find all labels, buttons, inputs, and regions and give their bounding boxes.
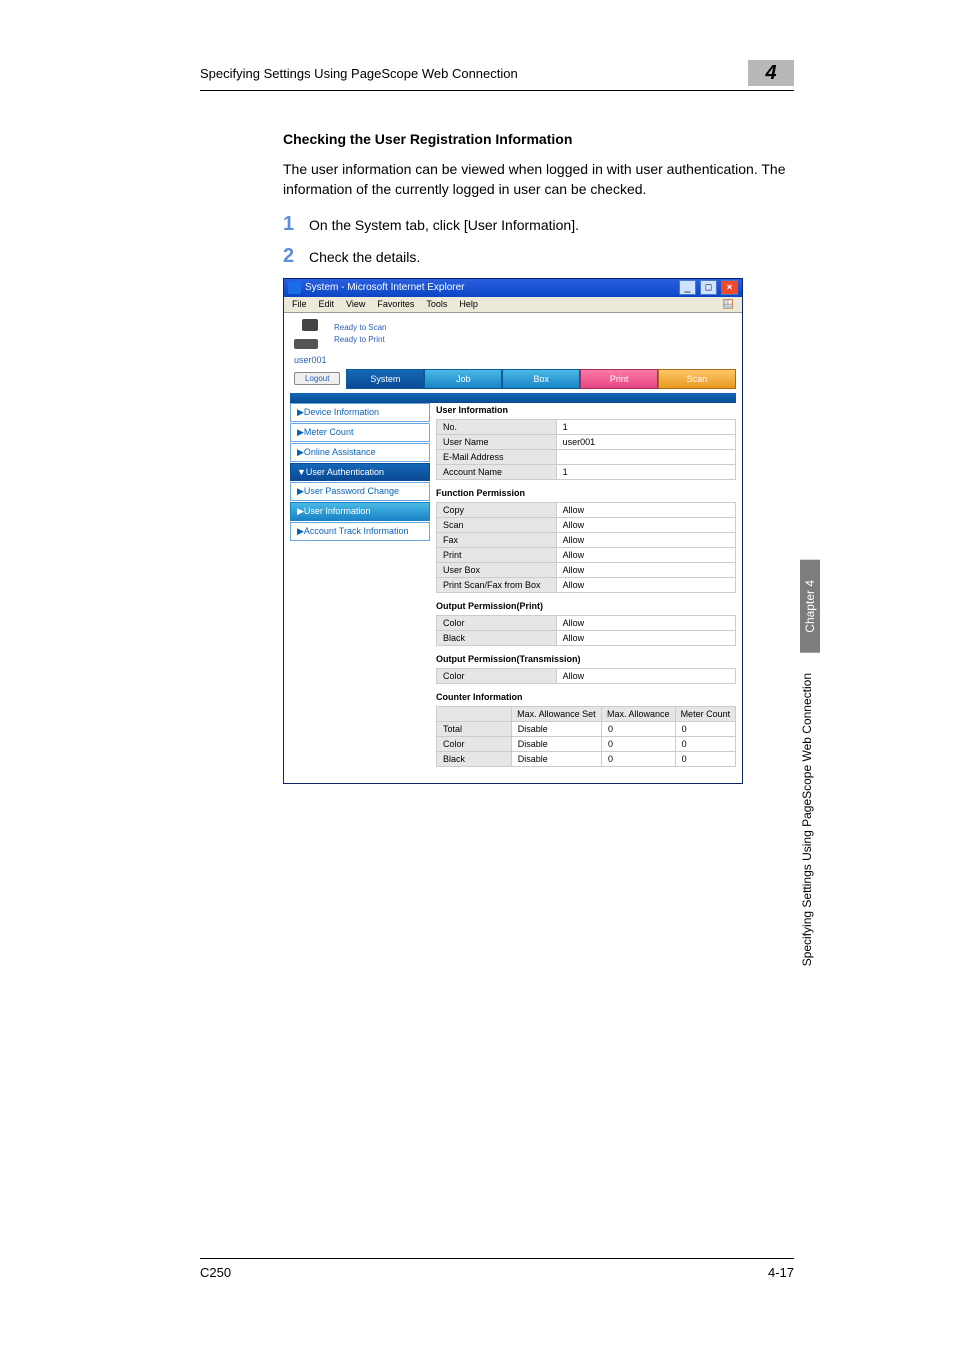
section-title: Checking the User Registration Informati… [283,131,794,147]
heading-user-info: User Information [436,405,736,415]
close-button[interactable]: × [721,280,738,295]
maximize-button[interactable]: □ [700,280,717,295]
step-number: 1 [283,214,309,234]
table-header-cell [437,706,512,721]
table-cell-value: Allow [556,630,735,645]
logged-user: user001 [284,355,742,369]
menu-view[interactable]: View [346,299,365,310]
status-scan: Ready to Scan [334,322,386,333]
table-cell-value: Disable [511,721,601,736]
ie-icon [288,281,301,294]
table-counter-info: Max. Allowance SetMax. AllowanceMeter Co… [436,706,736,767]
table-cell-label: Color [437,668,557,683]
table-cell-value: 0 [675,751,735,766]
running-head: Specifying Settings Using PageScope Web … [200,66,748,81]
step-text: On the System tab, click [User Informati… [309,214,794,234]
table-cell-value: 0 [675,721,735,736]
table-cell-value: Disable [511,751,601,766]
menu-tools[interactable]: Tools [426,299,447,310]
tab-print[interactable]: Print [580,369,658,389]
section-paragraph: The user information can be viewed when … [283,159,794,200]
table-cell-label: Total [437,721,512,736]
table-header-cell: Max. Allowance [601,706,675,721]
side-nav: ▶Device Information▶Meter Count▶Online A… [290,403,430,775]
minimize-button[interactable]: _ [679,280,696,295]
heading-counter: Counter Information [436,692,736,702]
table-cell-value: 1 [556,464,735,479]
step-text: Check the details. [309,246,794,266]
table-cell-label: Color [437,615,557,630]
table-header-cell: Max. Allowance Set [511,706,601,721]
menu-file[interactable]: File [292,299,307,310]
menu-bar: File Edit View Favorites Tools Help 🪟 [284,297,742,313]
table-cell-label: Print [437,547,557,562]
windows-flag-icon: 🪟 [723,299,734,310]
table-cell-value: 0 [601,736,675,751]
table-header-cell: Meter Count [675,706,735,721]
table-cell-value: Allow [556,615,735,630]
table-output-transmission: ColorAllow [436,668,736,684]
footer-model: C250 [200,1265,231,1280]
heading-out-trans: Output Permission(Transmission) [436,654,736,664]
table-cell-label: Print Scan/Fax from Box [437,577,557,592]
table-cell-value [556,449,735,464]
heading-func-perm: Function Permission [436,488,736,498]
side-chapter-tab: Chapter 4 [800,560,820,653]
table-cell-label: User Name [437,434,557,449]
sidebar-item[interactable]: ▼User Authentication [290,463,430,481]
sidebar-item[interactable]: ▶Meter Count [290,423,430,442]
tab-underline [290,393,736,403]
tab-system[interactable]: System [346,369,424,389]
table-cell-value: Allow [556,547,735,562]
sidebar-item[interactable]: ▶Account Track Information [290,522,430,541]
footer-page: 4-17 [768,1265,794,1280]
menu-edit[interactable]: Edit [319,299,335,310]
table-cell-label: Black [437,630,557,645]
side-section-label: Specifying Settings Using PageScope Web … [800,673,814,966]
table-cell-value: user001 [556,434,735,449]
table-cell-label: Scan [437,517,557,532]
table-cell-value: 0 [601,721,675,736]
table-function-permission: CopyAllowScanAllowFaxAllowPrintAllowUser… [436,502,736,593]
table-cell-label: Fax [437,532,557,547]
table-cell-label: User Box [437,562,557,577]
device-icon [294,319,328,349]
table-cell-value: Allow [556,577,735,592]
table-cell-value: Allow [556,502,735,517]
table-cell-value: Allow [556,562,735,577]
menu-favorites[interactable]: Favorites [377,299,414,310]
table-cell-value: Disable [511,736,601,751]
table-cell-label: Account Name [437,464,557,479]
sidebar-item[interactable]: ▶User Password Change [290,482,430,501]
tab-job[interactable]: Job [424,369,502,389]
menu-help[interactable]: Help [459,299,478,310]
table-cell-label: Copy [437,502,557,517]
table-user-info: No.1User Nameuser001E-Mail AddressAccoun… [436,419,736,480]
chapter-badge: 4 [748,60,794,86]
status-print: Ready to Print [334,334,386,345]
tab-box[interactable]: Box [502,369,580,389]
table-cell-value: Allow [556,517,735,532]
window-title: System - Microsoft Internet Explorer [305,282,465,293]
table-cell-value: 1 [556,419,735,434]
table-cell-value: 0 [601,751,675,766]
table-cell-value: 0 [675,736,735,751]
browser-window: System - Microsoft Internet Explorer _ □… [283,278,743,784]
tab-scan[interactable]: Scan [658,369,736,389]
window-titlebar: System - Microsoft Internet Explorer _ □… [284,279,742,297]
table-cell-label: Color [437,736,512,751]
sidebar-item[interactable]: ▶User Information [290,502,430,521]
table-cell-value: Allow [556,532,735,547]
table-cell-label: Black [437,751,512,766]
sidebar-item[interactable]: ▶Online Assistance [290,443,430,462]
table-output-print: ColorAllowBlackAllow [436,615,736,646]
table-cell-value: Allow [556,668,735,683]
sidebar-item[interactable]: ▶Device Information [290,403,430,422]
table-cell-label: E-Mail Address [437,449,557,464]
table-cell-label: No. [437,419,557,434]
step-number: 2 [283,246,309,266]
logout-button[interactable]: Logout [294,372,340,385]
heading-out-print: Output Permission(Print) [436,601,736,611]
